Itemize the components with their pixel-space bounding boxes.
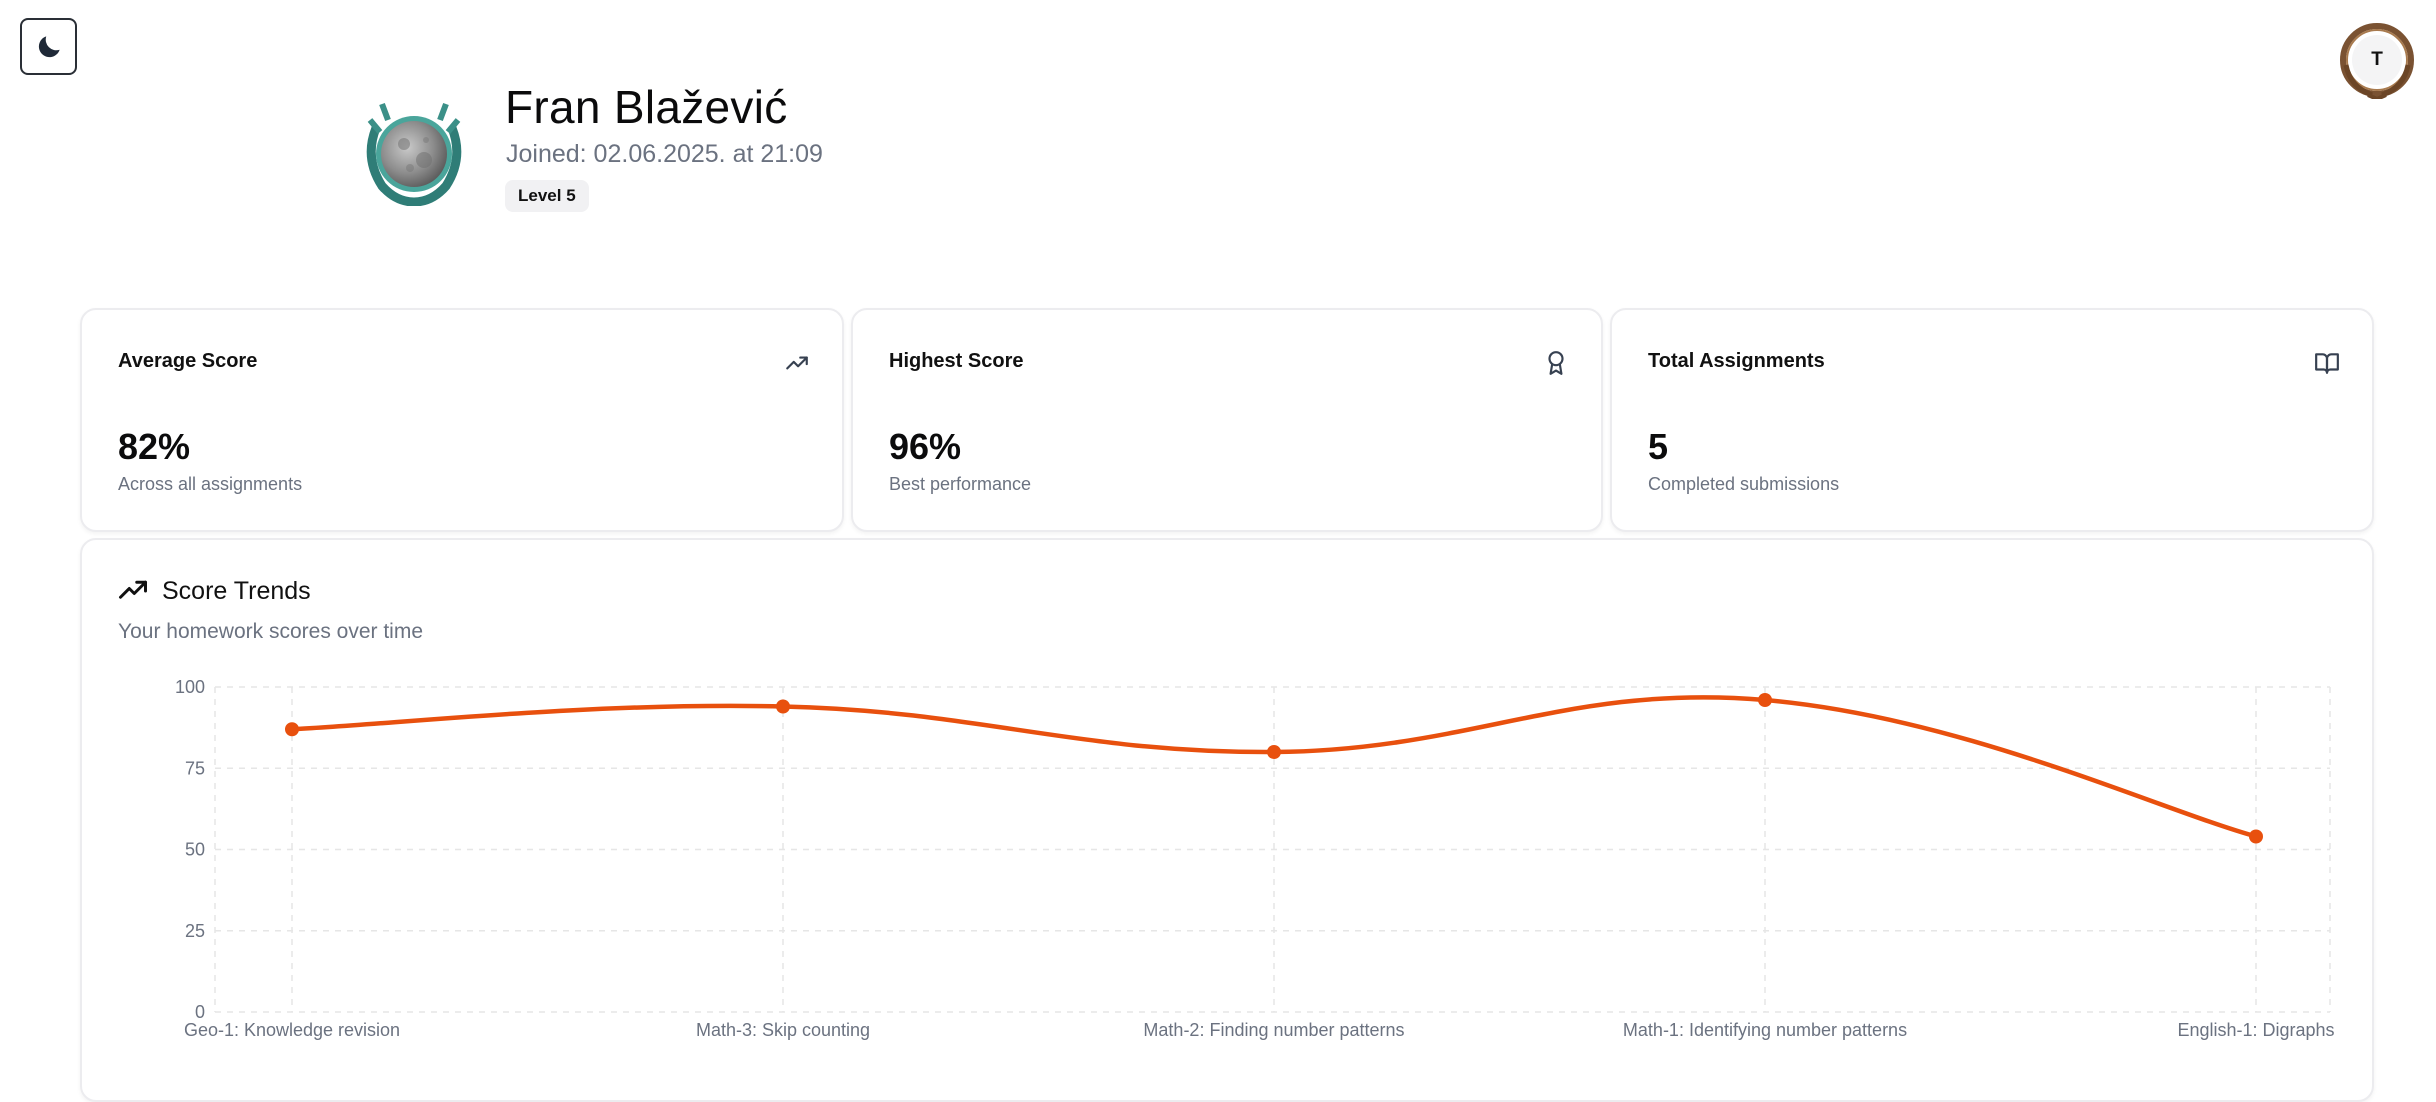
trending-up-icon xyxy=(786,356,808,370)
stat-title: Highest Score xyxy=(889,350,1024,372)
stat-subtitle: Completed submissions xyxy=(1648,474,1840,494)
stat-value: 82% xyxy=(118,426,191,467)
x-axis-ticks: Geo-1: Knowledge revision Math-3: Skip co… xyxy=(184,1020,2335,1040)
y-axis-ticks: 0 25 50 75 100 xyxy=(175,677,205,1022)
score-trends-chart: 0 25 50 75 100 Geo-1: Knowledge revision Math… xyxy=(175,677,2335,1040)
profile-name: Fran Blažević xyxy=(505,81,788,133)
moon-icon xyxy=(38,35,60,57)
stat-value: 96% xyxy=(889,426,962,467)
y-tick-label: 75 xyxy=(185,758,205,778)
score-trends-card: Score Trends Your homework scores over t… xyxy=(80,538,2374,1102)
book-open-icon xyxy=(2315,353,2339,374)
x-tick-label: Math-2: Finding number patterns xyxy=(1143,1020,1404,1040)
stat-title: Total Assignments xyxy=(1648,350,1825,372)
y-tick-label: 50 xyxy=(185,840,205,860)
x-tick-label: English-1: Digraphs xyxy=(2177,1020,2334,1040)
y-tick-label: 0 xyxy=(195,1002,205,1022)
stat-title: Average Score xyxy=(118,350,258,372)
x-tick-label: Math-1: Identifying number patterns xyxy=(1623,1020,1907,1040)
data-point[interactable] xyxy=(285,722,299,737)
profile-joined-date: Joined: 02.06.2025. at 21:09 xyxy=(506,140,823,168)
y-tick-label: 25 xyxy=(185,921,205,941)
data-point[interactable] xyxy=(1267,745,1281,759)
avatar-initial: T xyxy=(2352,35,2402,85)
level-badge: Level 5 xyxy=(505,180,589,212)
stat-subtitle: Best performance xyxy=(889,474,1032,494)
y-tick-label: 100 xyxy=(175,677,205,697)
data-point[interactable] xyxy=(776,699,790,714)
award-icon xyxy=(1548,351,1564,375)
user-avatar-button[interactable]: T xyxy=(2338,21,2416,99)
profile-page: T Fran Blažević Joined: 02.06.2025. at 2… xyxy=(0,0,2436,1102)
x-tick-label: Math-3: Skip counting xyxy=(696,1020,870,1040)
data-point[interactable] xyxy=(2249,829,2263,844)
data-point[interactable] xyxy=(1758,693,1772,707)
theme-toggle-button[interactable] xyxy=(20,18,77,75)
series-line xyxy=(291,695,2257,839)
moon-laurel-emblem-icon xyxy=(366,102,462,206)
x-tick-label: Geo-1: Knowledge revision xyxy=(184,1020,400,1040)
highest-score-card: Highest Score 96% Best performance xyxy=(851,308,1603,532)
total-assignments-card: Total Assignments 5 Completed submission… xyxy=(1610,308,2374,532)
stat-value: 5 xyxy=(1648,426,1669,467)
average-score-card: Average Score 82% Across all assignments xyxy=(80,308,844,532)
chart-grid xyxy=(214,686,2331,1013)
stat-subtitle: Across all assignments xyxy=(118,474,303,494)
